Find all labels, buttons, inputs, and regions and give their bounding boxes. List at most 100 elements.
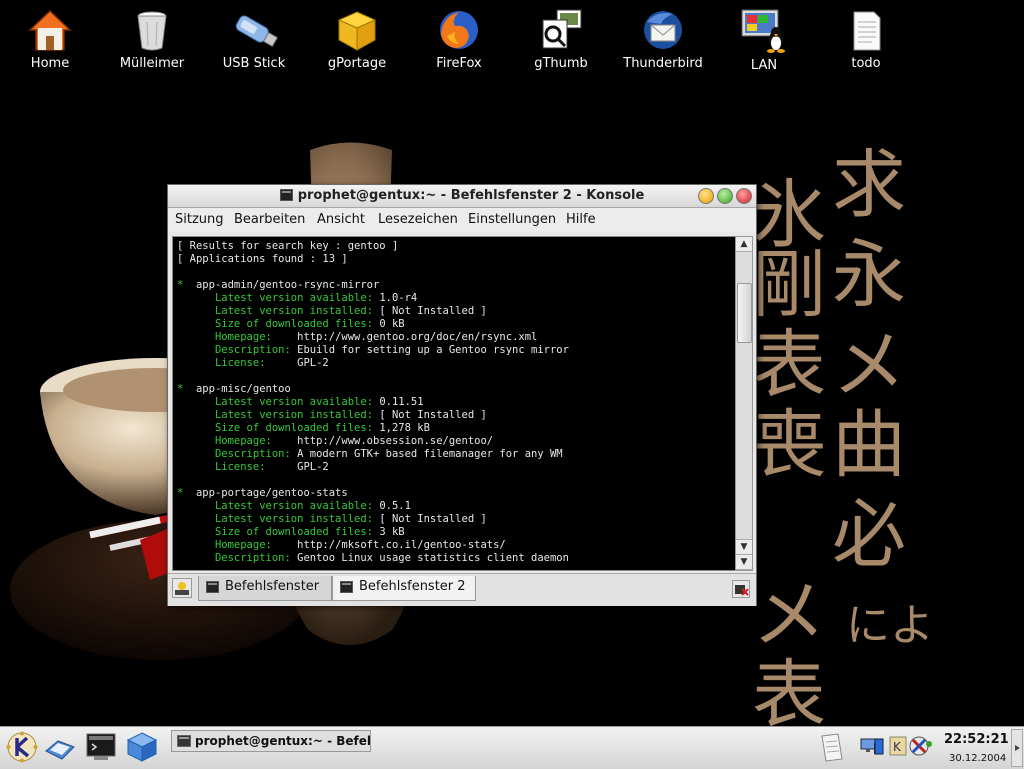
search-key-line: [ Results for search key : gentoo ]: [177, 240, 399, 252]
desktop-icon-lan[interactable]: LAN: [719, 8, 809, 73]
field-line: Latest version installed: [ Not Installe…: [214, 513, 487, 525]
window-titlebar[interactable]: prophet@gentux:~ - Befehlsfenster 2 - Ko…: [168, 185, 756, 208]
menu-hilfe[interactable]: Hilfe: [566, 212, 596, 227]
desktop-icon-trash[interactable]: Mülleimer: [107, 8, 197, 71]
desktop-icon-home[interactable]: Home: [5, 8, 95, 71]
scroll-up-arrow-icon[interactable]: ▲: [736, 237, 752, 252]
clock-date[interactable]: 30.12.2004: [949, 753, 1006, 764]
x-server-tray-icon[interactable]: [909, 736, 933, 756]
terminal-output[interactable]: [ Results for search key : gentoo ] [ Ap…: [172, 236, 736, 571]
clipboard-icon[interactable]: [818, 733, 844, 763]
new-session-icon[interactable]: [172, 578, 192, 598]
field-line: Latest version installed: [ Not Installe…: [214, 305, 487, 317]
field-line: Latest version available: 0.11.51: [214, 396, 424, 408]
field-line: Homepage: http://www.obsession.se/gentoo…: [214, 435, 494, 447]
tab-label: Befehlsfenster: [225, 579, 320, 594]
tab-label: Befehlsfenster 2: [359, 579, 466, 594]
clock-time[interactable]: 22:52:21: [944, 732, 1009, 747]
scroll-down-arrow-icon[interactable]: ▼: [736, 539, 752, 555]
desktop: 求 永 メ 曲 必 によ 氷 剛 表 喪 メ 表 Home Mülleimer …: [0, 0, 1024, 726]
field-line: Latest version available: 1.0-r4: [214, 292, 418, 304]
field-line: Description: Ebuild for setting up a Gen…: [214, 344, 569, 356]
desktop-icon-label: Home: [30, 56, 70, 71]
terminal-icon: [340, 581, 353, 593]
package-name-line: * app-portage/gentoo-stats: [177, 487, 348, 499]
svg-text:必: 必: [832, 492, 906, 578]
gportage-box-icon: [337, 11, 377, 51]
scrollbar-thumb[interactable]: [737, 283, 752, 343]
terminal-icon: [177, 735, 191, 747]
desktop-icon-label: Thunderbird: [623, 56, 703, 71]
scroll-down-arrow-icon[interactable]: ▼: [736, 554, 752, 570]
close-session-icon[interactable]: [732, 580, 750, 598]
desktop-icon-label: gPortage: [327, 56, 387, 71]
svg-text:求: 求: [832, 142, 906, 228]
maximize-button[interactable]: [717, 188, 733, 204]
text-file-icon: [853, 11, 881, 51]
svg-text:剛: 剛: [752, 242, 826, 328]
field-line: Size of downloaded files: 3 kB: [214, 526, 405, 538]
menu-bearbeiten[interactable]: Bearbeiten: [234, 212, 305, 227]
svg-text:喪: 喪: [752, 402, 826, 488]
field-line: Homepage: http://www.gentoo.org/doc/en/r…: [214, 331, 538, 343]
battery-tray-icon[interactable]: [874, 737, 884, 755]
field-line: Latest version available: 0.5.1: [214, 500, 411, 512]
svg-text:メ: メ: [752, 572, 826, 658]
found-line: [ Applications found : 13 ]: [177, 253, 348, 265]
desktop-icon-usb-stick[interactable]: USB Stick: [209, 8, 299, 71]
package-name-line: * app-admin/gentoo-rsync-mirror: [177, 279, 380, 291]
desktop-show-icon[interactable]: [44, 733, 76, 763]
package-name-line: * app-misc/gentoo: [177, 383, 291, 395]
taskbar: prophet@gentux:~ - Befeh K 22:52:21 30.1…: [0, 726, 1024, 769]
lan-monitor-icon: [741, 9, 785, 53]
field-line: Homepage: http://mksoft.co.il/gentoo-sta…: [214, 539, 506, 551]
k-menu-icon[interactable]: [6, 731, 38, 763]
trash-icon: [137, 11, 167, 51]
desktop-icon-gportage[interactable]: gPortage: [312, 8, 402, 71]
desktop-icon-todo[interactable]: todo: [821, 8, 911, 71]
terminal-icon: [279, 189, 293, 201]
menu-lesezeichen[interactable]: Lesezeichen: [378, 212, 458, 227]
menu-ansicht[interactable]: Ansicht: [317, 212, 365, 227]
konsole-window: prophet@gentux:~ - Befehlsfenster 2 - Ko…: [167, 184, 757, 606]
field-line: License: GPL-2: [214, 461, 329, 473]
desktop-icon-thunderbird[interactable]: Thunderbird: [618, 8, 708, 71]
terminal-launcher-icon[interactable]: [86, 733, 116, 761]
field-line: Size of downloaded files: 1,278 kB: [214, 422, 430, 434]
panel-hide-arrow-icon[interactable]: [1011, 729, 1023, 767]
field-line: Description: Gentoo Linux usage statisti…: [214, 552, 569, 564]
svg-text:永: 永: [832, 232, 906, 318]
svg-text:表: 表: [752, 652, 826, 726]
close-button[interactable]: [736, 188, 752, 204]
session-tab-bar: Befehlsfenster Befehlsfenster 2: [168, 573, 756, 606]
desktop-icon-gthumb[interactable]: gThumb: [516, 8, 606, 71]
svg-text:メ: メ: [832, 322, 906, 408]
home-icon: [28, 9, 72, 51]
field-line: License: GPL-2: [214, 357, 329, 369]
svg-text:曲: 曲: [832, 402, 906, 488]
desktop-icon-label: FireFox: [436, 56, 482, 71]
desktop-icon-label: USB Stick: [222, 56, 286, 71]
minimize-button[interactable]: [698, 188, 714, 204]
terminal-scrollbar[interactable]: ▲ ▼ ▼: [735, 236, 753, 571]
menu-sitzung[interactable]: Sitzung: [175, 212, 224, 227]
tab-befehlsfenster[interactable]: Befehlsfenster: [198, 576, 332, 601]
desktop-icon-firefox[interactable]: FireFox: [414, 8, 504, 71]
taskbar-task-konsole[interactable]: prophet@gentux:~ - Befeh: [171, 730, 371, 752]
desktop-icon-label: gThumb: [534, 56, 588, 71]
field-line: Description: A modern GTK+ based fileman…: [214, 448, 563, 460]
file-manager-cube-icon[interactable]: [126, 731, 158, 763]
window-title: prophet@gentux:~ - Befehlsfenster 2 - Ko…: [297, 188, 645, 203]
keyboard-layout-tray-icon[interactable]: K: [889, 736, 907, 756]
window-title-wrap: prophet@gentux:~ - Befehlsfenster 2 - Ko…: [168, 188, 756, 203]
field-line: Size of downloaded files: 0 kB: [214, 318, 405, 330]
desktop-icon-label: LAN: [750, 58, 778, 73]
tab-befehlsfenster-2[interactable]: Befehlsfenster 2: [332, 576, 476, 601]
desktop-icon-label: Mülleimer: [119, 56, 185, 71]
menu-einstellungen[interactable]: Einstellungen: [468, 212, 556, 227]
usb-stick-icon: [235, 15, 278, 48]
svg-text:表: 表: [752, 322, 826, 408]
